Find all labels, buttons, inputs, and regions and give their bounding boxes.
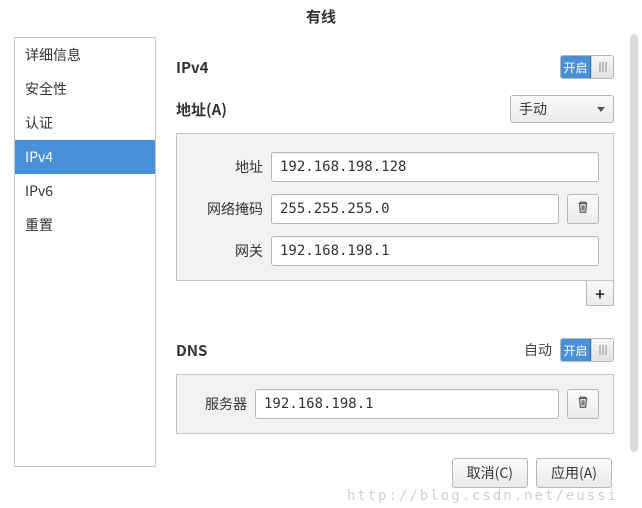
ipv4-header-row: IPv4 开启: [176, 55, 614, 79]
apply-button[interactable]: 应用(A): [536, 458, 612, 488]
delete-address-button[interactable]: [567, 194, 599, 224]
dns-header-row: DNS 自动 开启: [176, 338, 614, 362]
ipv4-section-title: IPv4: [176, 57, 208, 78]
dns-toggle-knob: [591, 339, 613, 361]
ipv4-toggle-knob: [591, 56, 613, 78]
window-body: 详细信息 安全性 认证 IPv4 IPv6 重置 IPv4 开启 地址(A) 手…: [0, 37, 642, 467]
sidebar: 详细信息 安全性 认证 IPv4 IPv6 重置: [14, 37, 156, 467]
trash-icon: [576, 199, 590, 219]
dialog-button-bar: 取消(C) 应用(A): [452, 458, 612, 488]
dns-auto-group: 自动 开启: [524, 338, 614, 362]
addresses-label: 地址(A): [176, 99, 227, 120]
dns-section: DNS 自动 开启 服务器: [176, 338, 614, 434]
address-input[interactable]: [271, 152, 599, 182]
dns-card: 服务器: [176, 374, 614, 434]
dns-server-input[interactable]: [255, 389, 559, 419]
address-add-bar: +: [176, 280, 614, 306]
netmask-input[interactable]: [271, 194, 559, 224]
addresses-header-row: 地址(A) 手动: [176, 95, 614, 123]
trash-icon: [576, 394, 590, 414]
address-card: 地址 网络掩码 网关: [176, 133, 614, 281]
address-mode-selected: 手动: [519, 99, 547, 119]
address-row: 地址: [191, 152, 599, 182]
sidebar-item-security[interactable]: 安全性: [15, 72, 155, 106]
watermark: http://blog.csdn.net/eussi: [347, 488, 618, 504]
dns-auto-label: 自动: [524, 340, 552, 360]
cancel-button[interactable]: 取消(C): [452, 458, 528, 488]
netmask-label: 网络掩码: [191, 199, 263, 219]
scrollbar[interactable]: [630, 34, 638, 452]
dns-server-row: 服务器: [191, 389, 599, 419]
ipv4-toggle[interactable]: 开启: [560, 55, 614, 79]
sidebar-item-ipv6[interactable]: IPv6: [15, 174, 155, 208]
window-title: 有线: [0, 0, 642, 37]
gateway-row: 网关: [191, 236, 599, 266]
sidebar-item-reset[interactable]: 重置: [15, 208, 155, 242]
address-mode-dropdown[interactable]: 手动: [510, 95, 614, 123]
dns-server-label: 服务器: [191, 394, 247, 414]
dns-toggle-on-label: 开启: [561, 339, 591, 361]
add-address-button[interactable]: +: [586, 280, 614, 306]
gateway-label: 网关: [191, 241, 263, 261]
sidebar-item-details[interactable]: 详细信息: [15, 38, 155, 72]
dns-section-title: DNS: [176, 340, 207, 361]
main-panel: IPv4 开启 地址(A) 手动 地址 网络掩码: [156, 37, 642, 467]
address-label: 地址: [191, 157, 263, 177]
chevron-down-icon: [597, 107, 605, 112]
delete-dns-button[interactable]: [567, 389, 599, 419]
dns-auto-toggle[interactable]: 开启: [560, 338, 614, 362]
sidebar-item-auth[interactable]: 认证: [15, 106, 155, 140]
gateway-input[interactable]: [271, 236, 599, 266]
ipv4-toggle-on-label: 开启: [561, 56, 591, 78]
netmask-row: 网络掩码: [191, 194, 599, 224]
sidebar-item-ipv4[interactable]: IPv4: [15, 140, 155, 174]
